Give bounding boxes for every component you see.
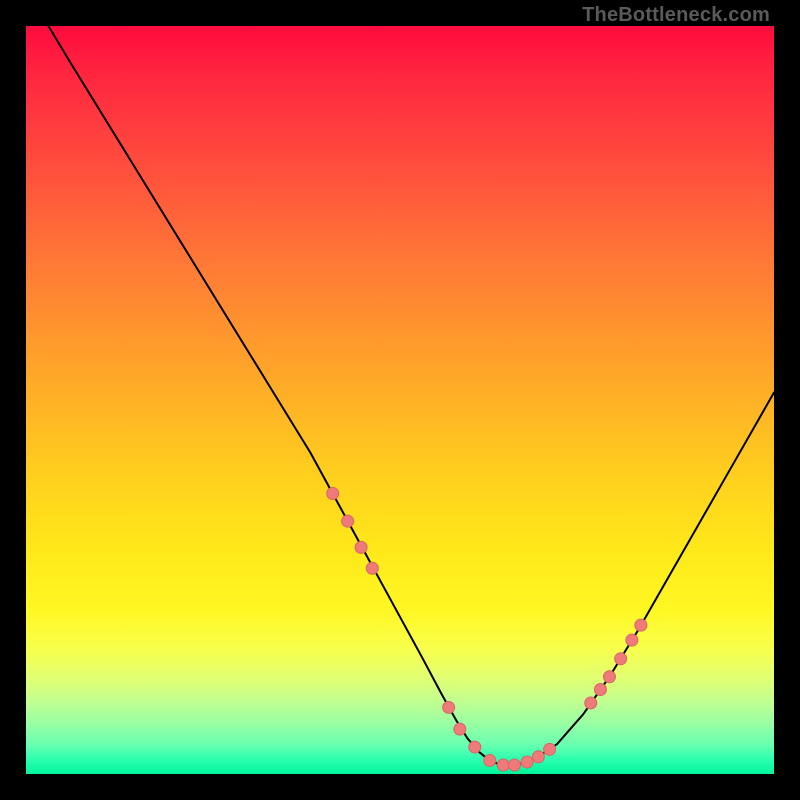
data-marker: [508, 759, 520, 771]
plot-area: [26, 26, 774, 774]
data-marker: [544, 743, 556, 755]
data-marker: [469, 741, 481, 753]
data-marker: [454, 723, 466, 735]
chart-frame: TheBottleneck.com: [0, 0, 800, 800]
data-marker: [615, 653, 627, 665]
data-marker: [327, 488, 339, 500]
data-marker: [366, 562, 378, 574]
data-marker: [443, 701, 455, 713]
curve-layer: [26, 26, 774, 774]
data-marker: [626, 634, 638, 646]
data-marker: [635, 619, 647, 631]
data-marker: [594, 683, 606, 695]
data-marker: [532, 751, 544, 763]
bottleneck-curve: [48, 26, 774, 765]
watermark-text: TheBottleneck.com: [582, 4, 770, 27]
data-marker: [521, 756, 533, 768]
data-marker: [585, 697, 597, 709]
data-marker: [497, 759, 509, 771]
data-marker: [484, 755, 496, 767]
data-marker: [342, 515, 354, 527]
data-marker: [355, 541, 367, 553]
data-marker: [603, 671, 615, 683]
